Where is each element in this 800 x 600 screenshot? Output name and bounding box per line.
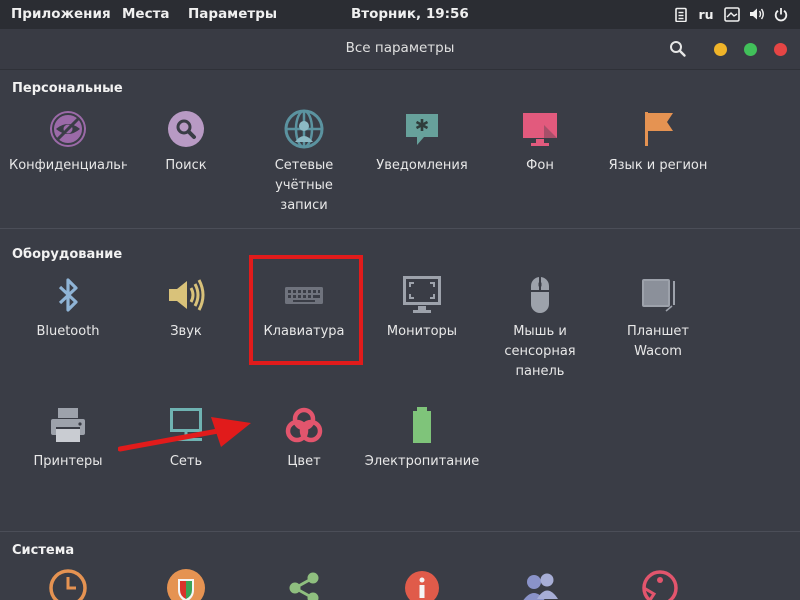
clock[interactable]: Вторник, 19:56 [351,6,469,22]
panel-label: Уведомления [376,158,468,173]
maximize-button[interactable] [744,43,757,56]
online-accounts-icon [284,109,324,149]
universal-access-icon [638,568,678,600]
clipboard-icon[interactable] [673,4,689,24]
settings-menu[interactable]: Параметры [188,6,277,22]
panel-label: Конфиденциальность [9,158,127,173]
panel-label: Фон [526,158,554,173]
section-divider [0,228,800,229]
wacom-tablet-icon [638,275,678,315]
notifications-icon [402,109,442,149]
close-button[interactable] [774,43,787,56]
annotation-arrow [118,417,251,452]
top-panel: Приложения Места Параметры Вторник, 19:5… [0,0,800,29]
panel-label: Планшет Wacom [626,324,690,359]
panel-label: Звук [170,324,202,339]
section-title-hardware: Оборудование [12,247,123,262]
annotation-highlight-box [249,255,363,365]
panel-label: Поиск [165,158,207,173]
display-icon [402,275,442,315]
panel-label: Мышь и сенсорная панель [504,324,576,379]
region-flag-icon [638,109,678,149]
printer-icon [48,405,88,445]
panel-label: Bluetooth [36,324,100,339]
bluetooth-icon [48,275,88,315]
section-title-personal: Персональные [12,81,123,96]
mouse-icon [520,275,560,315]
clock-icon [48,568,88,600]
panel-label: Электропитание [364,454,480,469]
section-title-system: Система [12,543,75,558]
share-icon [284,568,324,600]
volume-icon[interactable] [748,4,766,24]
panel-label: Язык и регион [608,158,708,173]
minimize-button[interactable] [714,43,727,56]
panel-label: Мониторы [386,324,458,339]
background-icon [520,109,560,149]
panel-label: Принтеры [33,454,103,469]
power-icon[interactable] [772,4,790,24]
shield-icon [166,568,206,600]
keyboard-layout-indicator[interactable]: ru [698,7,713,22]
section-divider [0,531,800,532]
info-icon [402,568,442,600]
privacy-icon [48,109,88,149]
settings-overview: Персональные Конфиденциальность Поиск Се… [0,71,800,600]
search-icon [166,109,206,149]
applications-menu[interactable]: Приложения [11,6,111,22]
panel-label: Сетевые учётные записи [274,158,334,213]
users-icon [520,568,560,600]
places-menu[interactable]: Места [122,6,170,22]
power-battery-icon [402,405,442,445]
color-icon [284,405,324,445]
panel-label: Цвет [287,454,321,469]
search-icon[interactable] [668,39,688,59]
window-header: Все параметры [0,29,800,70]
display-indicator-icon[interactable] [723,4,741,24]
sound-icon [166,275,206,315]
